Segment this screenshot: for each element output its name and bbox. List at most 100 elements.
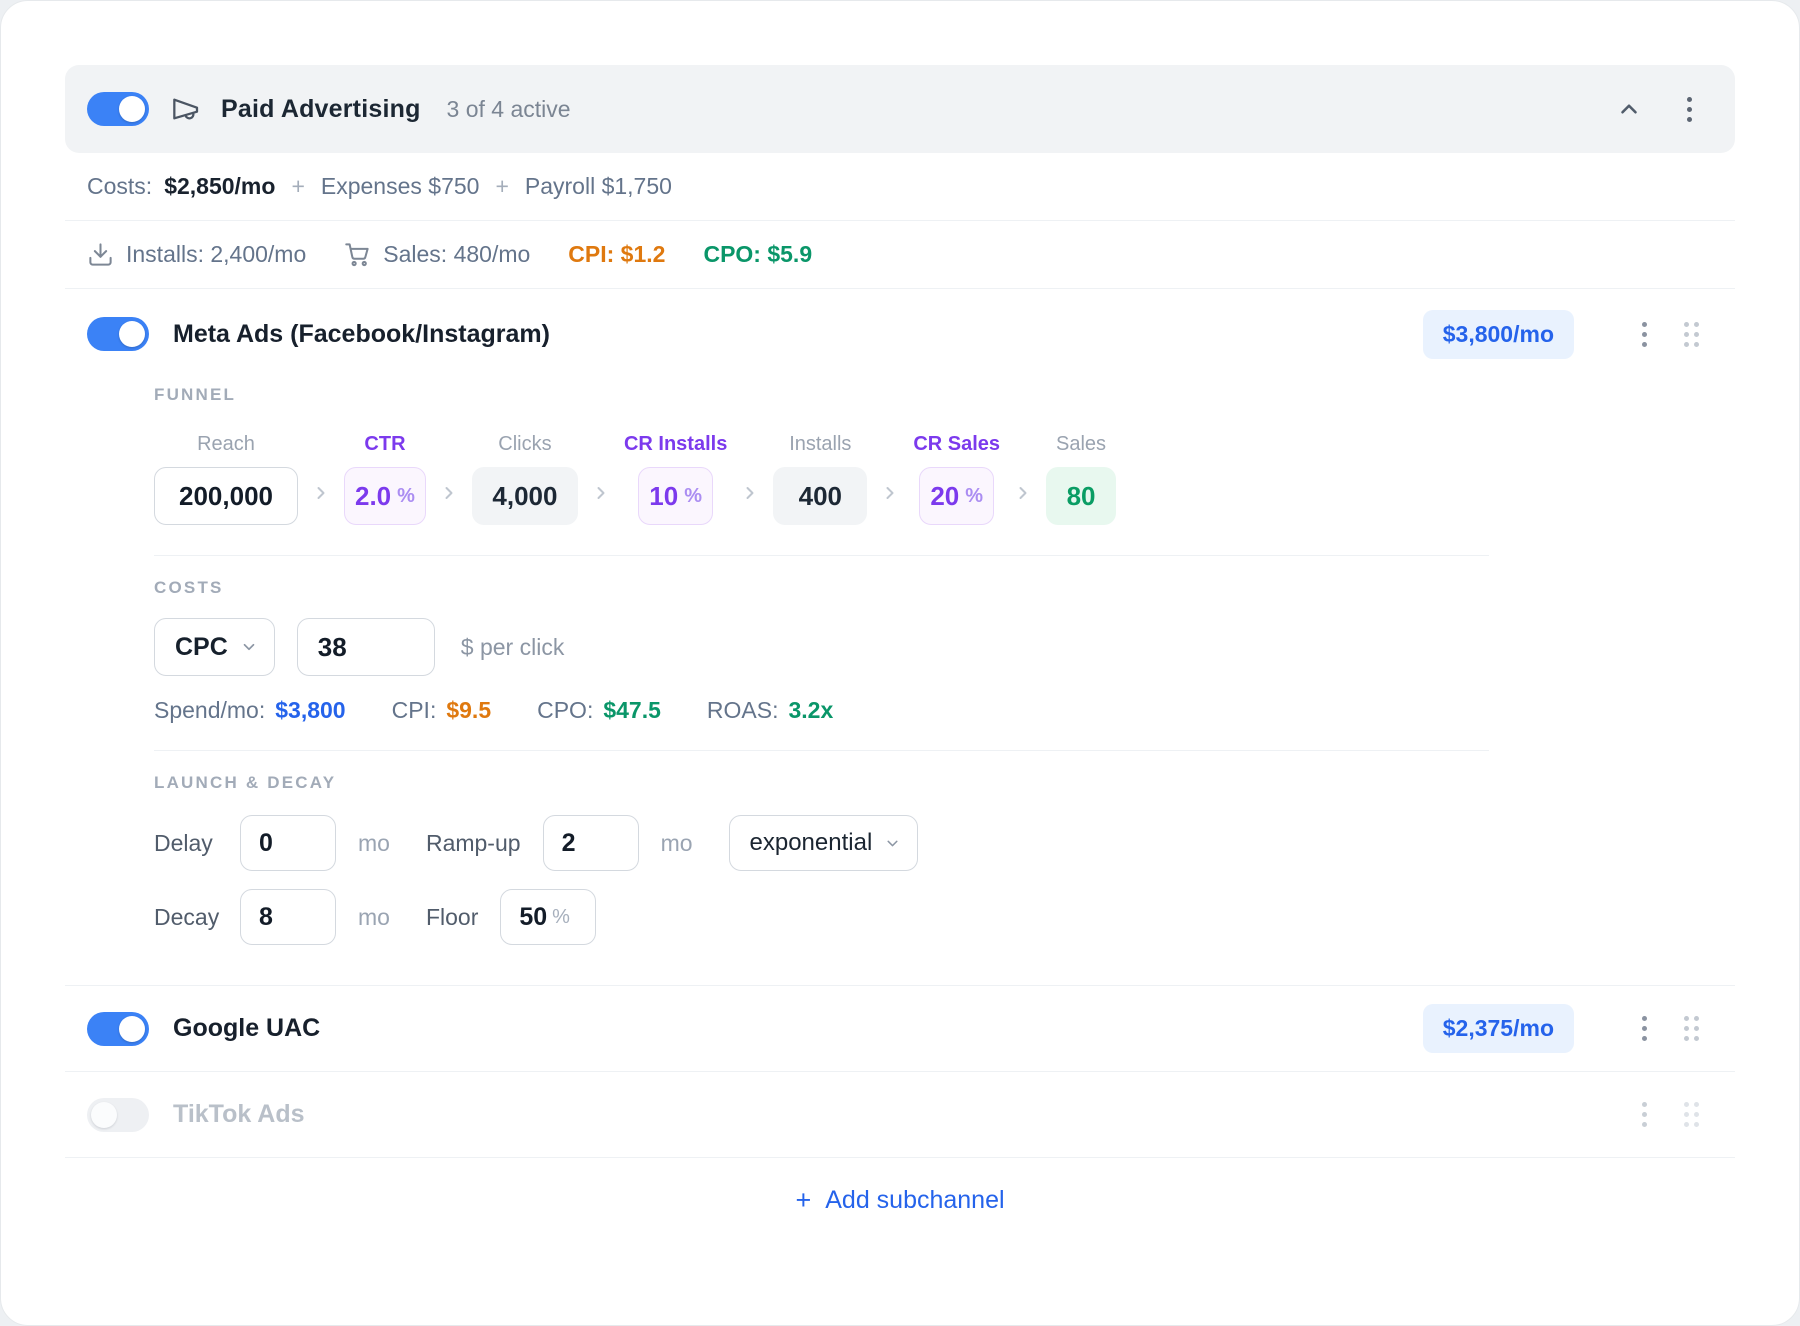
costs-section: COSTS CPC 38 $ per click Spend/mo: $3,80… xyxy=(154,578,1489,750)
spend-stats-row: Spend/mo: $3,800 CPI: $9.5 CPO: $47.5 RO… xyxy=(154,696,1489,724)
toggle-knob xyxy=(91,1102,117,1128)
download-icon xyxy=(87,241,114,268)
sales-value-box: 80 xyxy=(1046,467,1116,525)
add-subchannel-button[interactable]: + Add subchannel xyxy=(795,1185,1004,1216)
clicks-value-box: 4,000 xyxy=(472,467,578,525)
launch-section-label: LAUNCH & DECAY xyxy=(154,773,1489,797)
delay-value: 0 xyxy=(259,829,273,858)
rampup-value: 2 xyxy=(562,829,576,858)
stage-label: CR Sales xyxy=(913,431,1000,457)
cart-icon xyxy=(344,241,371,268)
funnel-stage-ctr: CTR 2.0 % xyxy=(344,431,426,525)
funnel-stage-clicks: Clicks 4,000 xyxy=(472,431,578,525)
rampup-unit: mo xyxy=(661,830,693,857)
roas-label: ROAS: xyxy=(707,697,779,724)
channel-toggle[interactable] xyxy=(87,92,149,126)
divider xyxy=(154,555,1489,556)
funnel-section-label: FUNNEL xyxy=(154,385,1489,409)
cpi-metric: CPI: $1.2 xyxy=(568,241,665,268)
channel-menu-button[interactable] xyxy=(1669,89,1709,129)
delay-label: Delay xyxy=(154,830,218,857)
budget-badge-meta: $3,800/mo xyxy=(1423,310,1574,359)
percent-suffix: % xyxy=(397,485,415,508)
cost-amount-value: 38 xyxy=(318,632,347,663)
subchannel-menu-button[interactable] xyxy=(1624,314,1664,354)
decay-unit: mo xyxy=(358,904,390,931)
ctr-input[interactable]: 2.0 % xyxy=(344,467,426,525)
installs-value-box: 400 xyxy=(773,467,867,525)
cpo-metric: CPO: $5.9 xyxy=(703,241,812,268)
spend-value: $3,800 xyxy=(275,697,345,724)
subchannel-menu-button[interactable] xyxy=(1624,1009,1664,1049)
kebab-icon xyxy=(1636,1010,1653,1047)
subchannel-row-meta-ads: Meta Ads (Facebook/Instagram) $3,800/mo xyxy=(65,289,1735,379)
chevron-up-icon xyxy=(1616,96,1642,122)
sales-metric: Sales: 480/mo xyxy=(344,241,530,268)
costs-summary-row: Costs: $2,850/mo + Expenses $750 + Payro… xyxy=(65,153,1735,221)
cost-model-selected: CPC xyxy=(175,633,228,662)
subchannel-name-meta: Meta Ads (Facebook/Instagram) xyxy=(173,320,550,349)
subchannel-menu-button[interactable] xyxy=(1624,1095,1664,1135)
stage-value: 80 xyxy=(1067,481,1096,512)
divider xyxy=(154,750,1489,751)
drag-handle-icon[interactable] xyxy=(1678,1096,1705,1133)
kebab-icon xyxy=(1636,1096,1653,1133)
stage-value: 4,000 xyxy=(492,481,557,512)
funnel-stage-sales: Sales 80 xyxy=(1046,431,1116,525)
meta-ads-details: FUNNEL Reach 200,000 CTR 2.0 % xyxy=(154,379,1489,985)
subchannel-toggle-google[interactable] xyxy=(87,1012,149,1046)
costs-section-label: COSTS xyxy=(154,578,1489,602)
spend-label: Spend/mo: xyxy=(154,697,265,724)
chevron-right-icon xyxy=(439,483,459,503)
subchannel-name-google: Google UAC xyxy=(173,1014,320,1043)
stage-label: CR Installs xyxy=(624,431,727,457)
toggle-knob xyxy=(119,1016,145,1042)
floor-input[interactable]: 50 % xyxy=(500,889,596,945)
stage-value: 20 xyxy=(930,481,959,512)
chevron-right-icon xyxy=(591,483,611,503)
percent-suffix: % xyxy=(552,906,570,929)
chevron-right-icon xyxy=(1013,483,1033,503)
curve-select[interactable]: exponential xyxy=(729,815,919,871)
stage-value: 400 xyxy=(799,481,842,512)
add-subchannel-label: Add subchannel xyxy=(825,1186,1004,1215)
stage-value: 10 xyxy=(649,481,678,512)
drag-handle-icon[interactable] xyxy=(1678,316,1705,353)
stage-label: Reach xyxy=(197,431,255,457)
subchannel-name-tiktok: TikTok Ads xyxy=(173,1100,305,1129)
channel-header: Paid Advertising 3 of 4 active xyxy=(65,65,1735,153)
floor-label: Floor xyxy=(426,904,478,931)
paid-advertising-panel: Paid Advertising 3 of 4 active Costs: $2… xyxy=(0,0,1800,1326)
funnel-stage-reach: Reach 200,000 xyxy=(154,431,298,525)
plus-separator: + xyxy=(291,173,304,200)
decay-input[interactable]: 8 xyxy=(240,889,336,945)
cpi-label: CPI: xyxy=(392,697,437,724)
funnel-row: Reach 200,000 CTR 2.0 % Clicks xyxy=(154,431,1489,555)
subchannel-toggle-meta[interactable] xyxy=(87,317,149,351)
toggle-knob xyxy=(119,96,145,122)
drag-handle-icon[interactable] xyxy=(1678,1010,1705,1047)
cpi-stat: CPI: $9.5 xyxy=(392,697,492,724)
chevron-right-icon xyxy=(311,483,331,503)
channel-title: Paid Advertising xyxy=(221,95,421,124)
cr-installs-input[interactable]: 10 % xyxy=(638,467,713,525)
subchannel-toggle-tiktok[interactable] xyxy=(87,1098,149,1132)
funnel-stage-cr-installs: CR Installs 10 % xyxy=(624,431,727,525)
megaphone-icon xyxy=(169,93,201,125)
cost-model-select[interactable]: CPC xyxy=(154,618,275,676)
reach-input[interactable]: 200,000 xyxy=(154,467,298,525)
delay-input[interactable]: 0 xyxy=(240,815,336,871)
subchannel-row-google-uac: Google UAC $2,375/mo xyxy=(65,986,1735,1072)
cpo-label: CPO: xyxy=(537,697,593,724)
chevron-down-icon xyxy=(240,638,258,656)
spend-stat: Spend/mo: $3,800 xyxy=(154,697,346,724)
budget-badge-google: $2,375/mo xyxy=(1423,1004,1574,1053)
cost-amount-input[interactable]: 38 xyxy=(297,618,435,676)
rampup-input[interactable]: 2 xyxy=(543,815,639,871)
cr-sales-input[interactable]: 20 % xyxy=(919,467,994,525)
kebab-icon xyxy=(1636,316,1653,353)
stage-label: Clicks xyxy=(498,431,551,457)
payroll-value: Payroll $1,750 xyxy=(525,173,672,200)
stage-value: 2.0 xyxy=(355,481,391,512)
collapse-button[interactable] xyxy=(1609,89,1649,129)
